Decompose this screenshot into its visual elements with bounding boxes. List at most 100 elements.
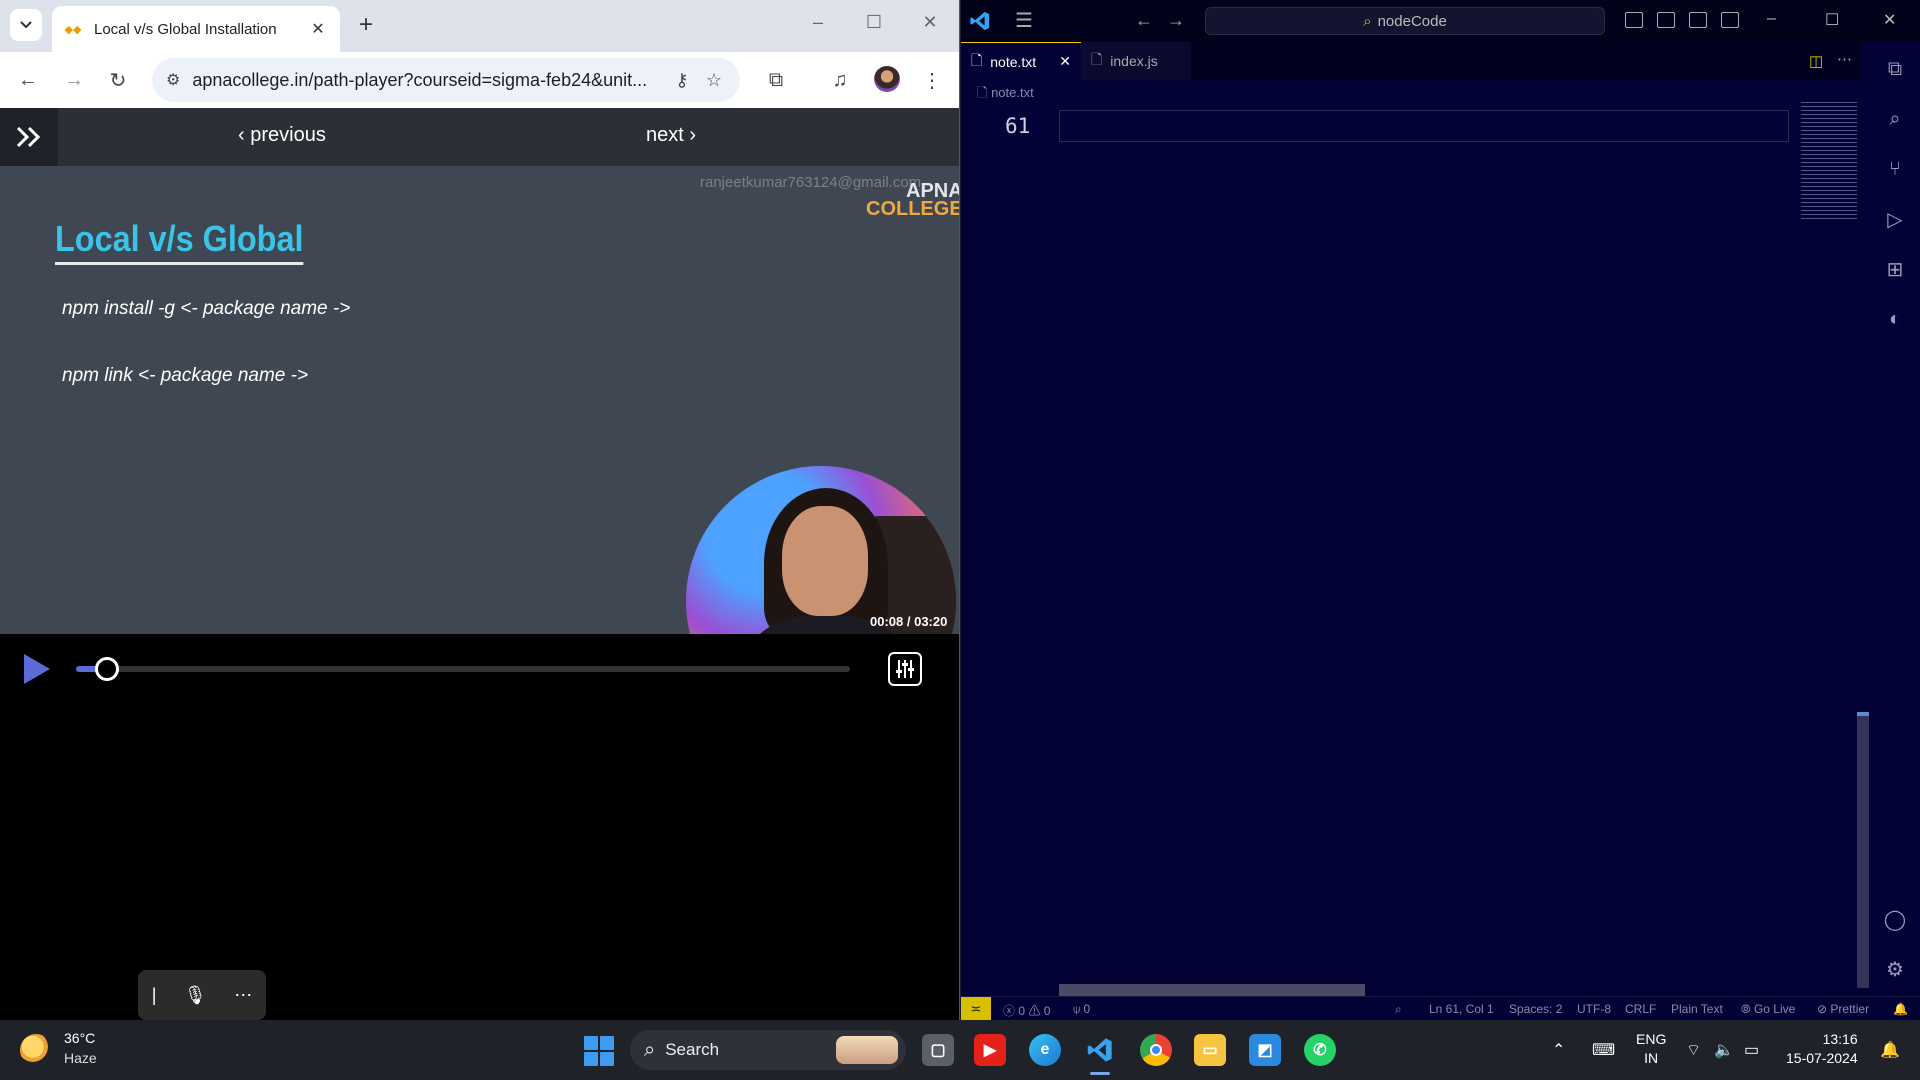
breadcrumb[interactable]: 🗋 note.txt: [977, 84, 1034, 106]
tab-index-js[interactable]: 🗋 index.js: [1081, 42, 1191, 80]
broadcast-icon: ⦾: [1741, 1002, 1754, 1016]
prettier-label: Prettier: [1830, 1002, 1870, 1016]
split-editor-icon[interactable]: ◫: [1809, 52, 1823, 70]
seek-bar[interactable]: [76, 657, 850, 681]
weather-temperature[interactable]: 36°C: [64, 1030, 95, 1046]
back-icon[interactable]: ←: [14, 66, 42, 94]
search-label: Search: [665, 1040, 720, 1059]
file-icon: 🗋: [977, 85, 992, 100]
browser-tab[interactable]: ◆◆ Local v/s Global Installation ✕: [52, 6, 340, 52]
customize-layout-icon[interactable]: [1721, 12, 1739, 28]
photos-icon[interactable]: ◩: [1249, 1034, 1281, 1066]
play-icon[interactable]: [22, 652, 52, 686]
extensions-icon[interactable]: ⧉: [762, 66, 790, 94]
prettier-button[interactable]: ⊘ Prettier: [1817, 1002, 1869, 1016]
forward-icon[interactable]: →: [60, 66, 88, 94]
nav-back-icon[interactable]: ←: [1135, 10, 1153, 31]
ports-indicator[interactable]: ⍦ 0: [1073, 1002, 1090, 1017]
menu-dots-icon[interactable]: ⋮: [918, 66, 946, 94]
task-view-icon[interactable]: ▢: [922, 1034, 954, 1066]
video-frame[interactable]: ranjeetkumar763124@gmail.com APNA COLLEG…: [0, 166, 959, 634]
system-clock[interactable]: 13:16 15-07-2024: [1786, 1030, 1858, 1068]
current-line-editor[interactable]: [1059, 110, 1789, 142]
problems-indicator[interactable]: ⓧ 0 ⚠ 0: [1003, 1002, 1050, 1019]
toggle-secondary-sidebar-icon[interactable]: [1689, 12, 1707, 28]
cursor-position[interactable]: Ln 61, Col 1: [1429, 1002, 1494, 1016]
sidebar-toggle-button[interactable]: [0, 108, 58, 166]
zoom-icon[interactable]: ⌕: [1395, 1002, 1402, 1017]
vscode-logo-icon: [970, 11, 990, 31]
input-language[interactable]: ENG IN: [1636, 1030, 1666, 1068]
address-bar[interactable]: ⚙ apnacollege.in/path-player?courseid=si…: [152, 58, 740, 102]
go-live-button[interactable]: ⦾ Go Live: [1741, 1002, 1795, 1017]
weather-condition[interactable]: Haze: [64, 1050, 97, 1066]
tab-note-txt[interactable]: 🗋 note.txt ✕: [961, 42, 1081, 80]
tab-close-icon[interactable]: ✕: [308, 19, 328, 39]
vertical-scrollbar[interactable]: [1857, 712, 1869, 988]
taskbar-search-box[interactable]: ⌕ Search: [630, 1030, 906, 1070]
horizontal-scrollbar[interactable]: [1059, 984, 1365, 996]
volume-icon[interactable]: 🔈: [1714, 1040, 1734, 1060]
extensions-icon[interactable]: ⊞: [1882, 256, 1908, 282]
edge-icon[interactable]: e: [1029, 1034, 1061, 1066]
encoding[interactable]: UTF-8: [1577, 1002, 1611, 1016]
keyboard-icon[interactable]: ⌨: [1592, 1040, 1615, 1060]
bookmark-star-icon[interactable]: ☆: [702, 68, 726, 92]
youtube-icon[interactable]: ▶: [974, 1034, 1006, 1066]
close-window-icon[interactable]: ✕: [916, 12, 944, 33]
tab-search-button[interactable]: [10, 9, 42, 41]
language-mode[interactable]: Plain Text: [1671, 1002, 1723, 1016]
toggle-panel-icon[interactable]: [1657, 12, 1675, 28]
minimize-icon[interactable]: –: [1767, 10, 1776, 28]
next-link[interactable]: next ›: [646, 124, 696, 147]
notifications-bell-icon[interactable]: 🔔: [1893, 1002, 1908, 1016]
indentation[interactable]: Spaces: 2: [1509, 1002, 1562, 1016]
hamburger-menu-icon[interactable]: ☰: [1015, 8, 1033, 33]
go-live-label: Go Live: [1753, 1002, 1796, 1016]
search-icon[interactable]: ⌕: [1882, 106, 1908, 132]
vscode-taskbar-icon[interactable]: [1084, 1034, 1116, 1066]
explorer-icon[interactable]: ⧉: [1882, 56, 1908, 82]
previous-link[interactable]: ‹ previous: [238, 124, 326, 147]
profile-avatar[interactable]: [874, 66, 900, 92]
microphone-icon[interactable]: 🎙: [184, 985, 207, 1006]
tab-close-icon[interactable]: ✕: [1059, 53, 1071, 70]
minimize-icon[interactable]: –: [804, 12, 832, 33]
password-key-icon[interactable]: ⚷: [670, 68, 694, 92]
line-ending[interactable]: CRLF: [1625, 1002, 1656, 1016]
edge-devtools-icon[interactable]: ◐: [1882, 306, 1908, 332]
toggle-sidebar-icon[interactable]: [1625, 12, 1643, 28]
minimap[interactable]: [1801, 102, 1857, 222]
reload-icon[interactable]: ↻: [104, 66, 132, 94]
source-control-icon[interactable]: ⑂: [1882, 156, 1908, 182]
run-debug-icon[interactable]: ▷: [1882, 206, 1908, 232]
maximize-icon[interactable]: ☐: [1825, 10, 1839, 30]
show-hidden-icons-chevron-icon[interactable]: ⌃: [1552, 1040, 1565, 1060]
new-tab-button[interactable]: +: [352, 12, 380, 40]
address-text[interactable]: apnacollege.in/path-player?courseid=sigm…: [192, 70, 662, 91]
drag-handle-icon[interactable]: |: [152, 985, 157, 1006]
close-window-icon[interactable]: ✕: [1883, 10, 1896, 30]
settings-gear-icon[interactable]: ⚙: [1882, 956, 1908, 982]
whatsapp-icon[interactable]: ✆: [1304, 1034, 1336, 1066]
seek-thumb[interactable]: [94, 657, 119, 681]
maximize-icon[interactable]: ☐: [860, 12, 888, 33]
site-info-icon[interactable]: ⚙: [166, 70, 180, 90]
nav-forward-icon[interactable]: →: [1167, 10, 1185, 31]
double-check-icon: ⊘: [1817, 1002, 1831, 1016]
media-control-icon[interactable]: ♫: [826, 66, 854, 94]
more-dots-icon[interactable]: ⋯: [234, 985, 252, 1006]
start-windows-icon[interactable]: [584, 1036, 614, 1066]
player-settings-button[interactable]: [888, 652, 922, 686]
weather-sun-haze-icon[interactable]: [20, 1034, 52, 1066]
battery-icon[interactable]: ▭: [1744, 1040, 1759, 1060]
notification-icon[interactable]: 🔔: [1880, 1040, 1900, 1060]
remote-indicator-icon[interactable]: ≍: [961, 997, 991, 1020]
browser-window: ◆◆ Local v/s Global Installation ✕ + – ☐…: [0, 0, 960, 1020]
wifi-icon[interactable]: ⌔: [1686, 1040, 1701, 1060]
chrome-icon[interactable]: [1140, 1034, 1172, 1066]
command-center-search[interactable]: ⌕ nodeCode: [1205, 7, 1605, 35]
more-actions-icon[interactable]: ⋯: [1837, 50, 1852, 68]
file-explorer-icon[interactable]: ▭: [1194, 1034, 1226, 1066]
account-icon[interactable]: ◯: [1882, 906, 1908, 932]
